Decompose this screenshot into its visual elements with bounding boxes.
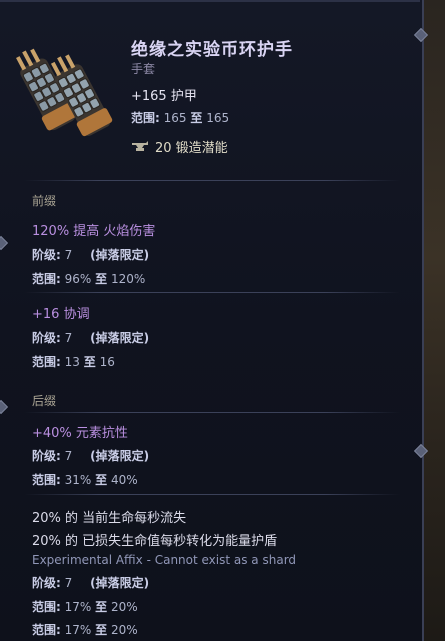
divider [24,412,400,413]
prefix-2-range: 范围: 13 至 16 [32,353,115,370]
item-tooltip: 绝缘之实验币环护手 手套 +165 护甲 范围: 165 至 165 20 锻造… [0,0,429,641]
drop-only-tag: (掉落限定) [90,331,150,345]
drop-only-tag: (掉落限定) [90,248,150,262]
prefix-1-name: 120% 提高 火焰伤害 [32,224,156,239]
suffix-1-tier: 阶级: 7 (掉落限定) [32,447,149,464]
prefix-label: 前缀 [32,194,57,208]
range-sep: 至 [95,600,108,614]
range-label: 范围: [32,600,61,614]
item-type: 手套 [131,62,156,76]
range-sep: 至 [190,111,203,125]
background-scenery [423,0,445,641]
range-label: 范围: [32,623,61,637]
divider [24,180,400,181]
range-min: 31% [64,473,92,487]
experimental-line-2: 20% 的 已损失生命值每秒转化为能量护盾 [32,534,278,549]
range-sep: 至 [95,473,108,487]
prefix-2-name: +16 协调 [32,307,90,322]
range-label: 范围: [32,272,61,286]
range-max: 16 [99,355,115,369]
drop-only-tag: (掉落限定) [90,449,150,463]
prefix-2-tier: 阶级: 7 (掉落限定) [32,329,149,346]
range-min: 165 [163,111,187,125]
range-sep: 至 [95,623,108,637]
range-max: 20% [110,600,138,614]
range-min: 96% [64,272,92,286]
prefix-1-range: 范围: 96% 至 120% [32,270,145,287]
item-name: 绝缘之实验币环护手 [131,40,293,60]
tier-label: 阶级: [32,576,61,590]
divider [24,292,400,293]
experimental-line-1: 20% 的 当前生命每秒流失 [32,511,187,526]
drop-only-tag: (掉落限定) [90,576,150,590]
tier-value: 7 [64,331,73,345]
experimental-range-1: 范围: 17% 至 20% [32,598,138,615]
tier-label: 阶级: [32,331,61,345]
tier-value: 7 [64,576,73,590]
tier-value: 7 [64,449,73,463]
experimental-tier: 阶级: 7 (掉落限定) [32,574,149,591]
suffix-1-range: 范围: 31% 至 40% [32,471,138,488]
range-max: 40% [110,473,138,487]
armor-value: +165 护甲 [131,89,197,104]
range-min: 17% [64,623,92,637]
experimental-note: Experimental Affix - Cannot exist as a s… [32,553,297,567]
prefix-1-tier: 阶级: 7 (掉落限定) [32,246,149,263]
range-label: 范围: [131,111,160,125]
tier-label: 阶级: [32,449,61,463]
range-sep: 至 [95,272,108,286]
tooltip-top-border [0,0,420,2]
armor-range: 范围: 165 至 165 [131,109,229,126]
gauntlets-icon [16,48,113,137]
range-min: 13 [64,355,80,369]
experimental-range-2: 范围: 17% 至 20% [32,621,138,638]
forging-potential: 20 锻造潜能 [131,137,228,156]
anvil-icon [132,140,148,151]
range-min: 17% [64,600,92,614]
suffix-label: 后缀 [32,394,57,408]
range-max: 165 [206,111,230,125]
tier-label: 阶级: [32,248,61,262]
divider [24,494,400,495]
range-max: 120% [110,272,146,286]
tier-value: 7 [64,248,73,262]
frame-ornament [0,235,9,251]
range-max: 20% [110,623,138,637]
range-label: 范围: [32,355,61,369]
frame-ornament [0,399,9,415]
range-sep: 至 [83,355,96,369]
forging-text: 20 锻造潜能 [155,141,228,156]
suffix-1-name: +40% 元素抗性 [32,426,128,441]
range-label: 范围: [32,473,61,487]
